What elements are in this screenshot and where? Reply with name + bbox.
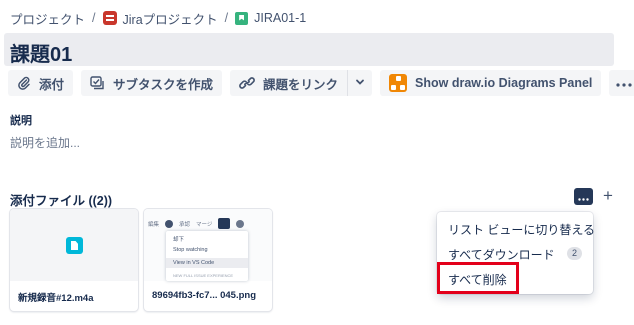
more-actions-button[interactable] [609, 70, 634, 96]
paperclip-icon [17, 76, 31, 90]
breadcrumb-issue[interactable]: JIRA01-1 [235, 11, 306, 25]
attachments-heading: 添付ファイル ((2)) [10, 194, 113, 208]
create-subtask-button[interactable]: サブタスクを作成 [81, 70, 223, 96]
preview-toolbar: 編集 承認 マージ [148, 218, 250, 229]
preview-menu-item: Stop watching [173, 247, 208, 253]
attach-button[interactable]: 添付 [8, 70, 74, 96]
preview-menu-item: 却下 [173, 237, 185, 243]
breadcrumb: プロジェクト / Jiraプロジェクト / JIRA01-1 [10, 9, 306, 27]
preview-more-icon [218, 218, 231, 229]
drawio-icon [389, 74, 408, 92]
link-issue-label: 課題をリンク [263, 77, 339, 92]
preview-gear-icon [236, 219, 245, 228]
attachments-more-button[interactable] [574, 188, 593, 205]
attachment-thumbnail [10, 209, 138, 281]
download-count-badge: 2 [567, 247, 582, 260]
create-subtask-label: サブタスクを作成 [113, 77, 214, 92]
issue-title[interactable]: 課題01 [10, 38, 72, 67]
breadcrumb-project-label: Jiraプロジェクト [122, 12, 218, 27]
preview-menu: 却下 Stop watching View in VS Code NEW FUL… [166, 231, 248, 281]
link-icon [239, 76, 255, 90]
breadcrumb-root[interactable]: プロジェクト [10, 9, 85, 28]
description-label: 説明 [10, 115, 32, 127]
menu-item-switch-list-view[interactable]: リスト ビューに切り替える [448, 221, 595, 238]
issue-title-field[interactable] [4, 33, 614, 66]
attach-label: 添付 [39, 77, 65, 92]
drawio-panel-button[interactable]: Show draw.io Diagrams Panel [380, 70, 602, 96]
add-attachment-button[interactable]: + [603, 186, 613, 206]
more-icon [616, 76, 633, 90]
menu-item-download-all[interactable]: すべてダウンロード [448, 246, 555, 263]
issue-toolbar: 添付 サブタスクを作成 課題をリンク Show draw.io Diagrams… [8, 70, 634, 96]
attachment-thumbnail: 編集 承認 マージ 却下 Stop watching View in VS Co… [144, 209, 272, 281]
breadcrumb-separator: / [224, 11, 229, 25]
preview-toolbar-item: 承認 [179, 221, 191, 228]
attachment-card[interactable]: 編集 承認 マージ 却下 Stop watching View in VS Co… [144, 209, 272, 311]
preview-toolbar-item: マージ [196, 221, 213, 228]
project-icon [102, 11, 117, 25]
story-icon [235, 11, 249, 25]
file-icon [66, 237, 83, 254]
more-icon [578, 188, 589, 206]
chevron-down-icon [355, 76, 365, 90]
drawio-panel-label: Show draw.io Diagrams Panel [415, 76, 593, 90]
attachment-name: 新規録音#12.m4a [18, 293, 94, 304]
breadcrumb-separator: / [92, 11, 96, 25]
breadcrumb-project[interactable]: Jiraプロジェクト [102, 9, 218, 28]
preview-menu-item: NEW FULL ISSUE EXPERIENCE [173, 273, 234, 278]
preview-toolbar-item: 編集 [148, 221, 160, 228]
preview-menu-item: View in VS Code [166, 258, 248, 268]
subtask-icon [90, 76, 105, 90]
link-issue-dropdown[interactable] [347, 70, 373, 96]
description-field[interactable]: 説明を追加... [10, 134, 80, 151]
attachment-card[interactable]: 新規録音#12.m4a [10, 209, 138, 311]
preview-approve-icon [165, 219, 174, 228]
delete-all-highlight [437, 262, 519, 294]
link-issue-button[interactable]: 課題をリンク [230, 70, 348, 96]
breadcrumb-issue-key: JIRA01-1 [254, 11, 307, 25]
attachment-name: 89694fb3-fc7... 045.png [152, 290, 257, 301]
